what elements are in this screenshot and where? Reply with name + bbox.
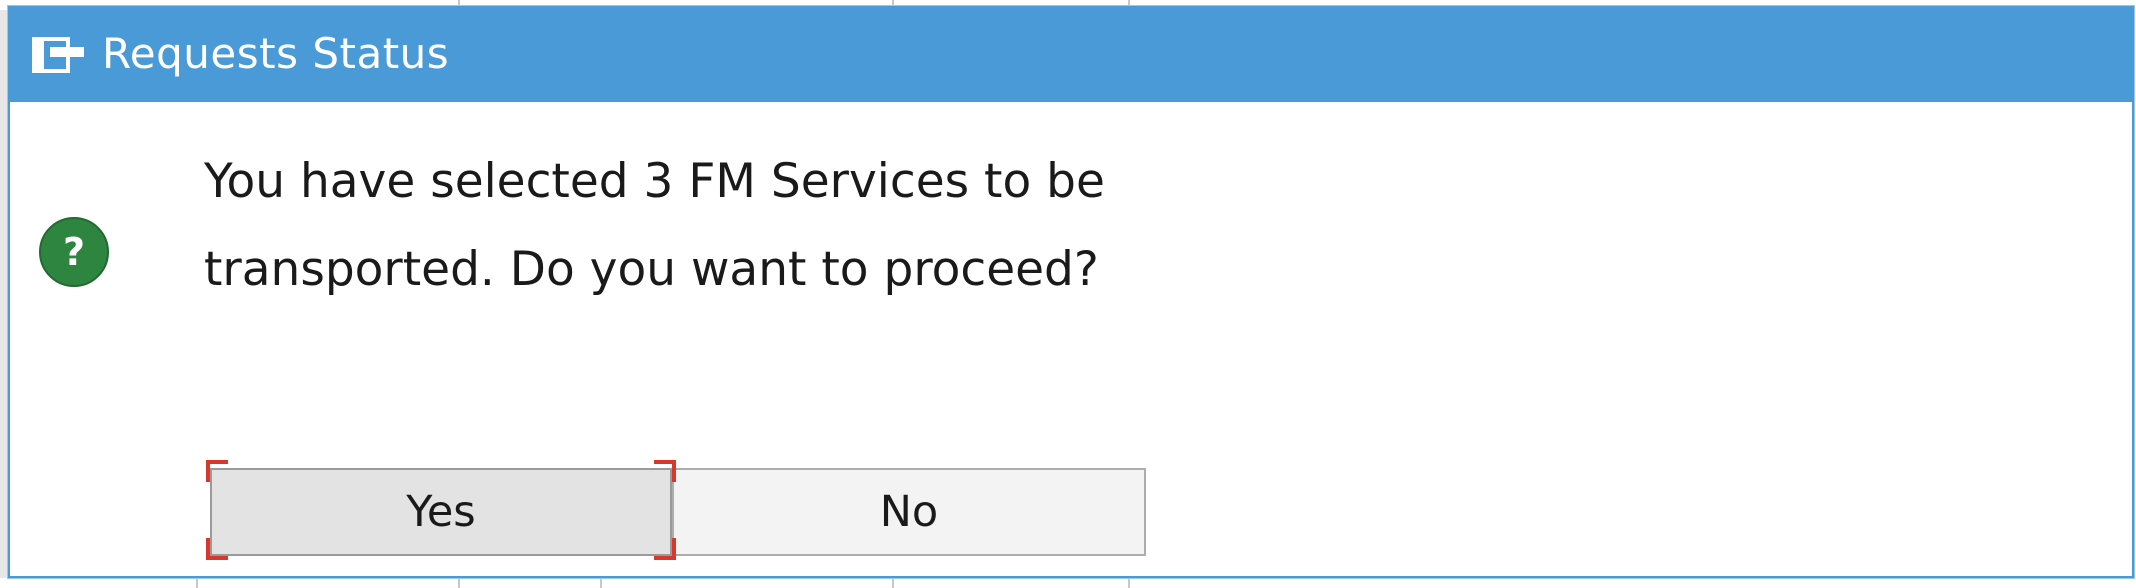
background-window-edge <box>0 10 8 578</box>
focus-indicator <box>654 460 676 482</box>
focus-indicator <box>654 538 676 560</box>
background-column-separator <box>1128 578 1130 588</box>
background-table-bottom <box>0 578 1140 588</box>
focus-indicator <box>206 460 228 482</box>
background-column-separator <box>892 578 894 588</box>
yes-button[interactable]: Yes <box>210 468 672 556</box>
background-column-separator <box>196 578 198 588</box>
question-icon: ? <box>39 217 109 287</box>
dialog-message: You have selected 3 FM Services to be tr… <box>204 138 1404 314</box>
message-line-2: transported. Do you want to proceed? <box>204 242 1099 297</box>
screen: Requests Status ? You have selected 3 FM… <box>0 0 2136 588</box>
dialog-titlebar[interactable]: Requests Status <box>10 8 2132 102</box>
focus-indicator <box>206 538 228 560</box>
svg-text:?: ? <box>63 230 85 274</box>
no-button[interactable]: No <box>672 468 1146 556</box>
background-column-separator <box>600 578 602 588</box>
dialog-title: Requests Status <box>102 29 450 78</box>
requests-status-dialog: Requests Status ? You have selected 3 FM… <box>8 6 2134 578</box>
window-icon <box>32 37 84 73</box>
message-line-1: You have selected 3 FM Services to be <box>204 154 1105 209</box>
background-column-separator <box>458 578 460 588</box>
